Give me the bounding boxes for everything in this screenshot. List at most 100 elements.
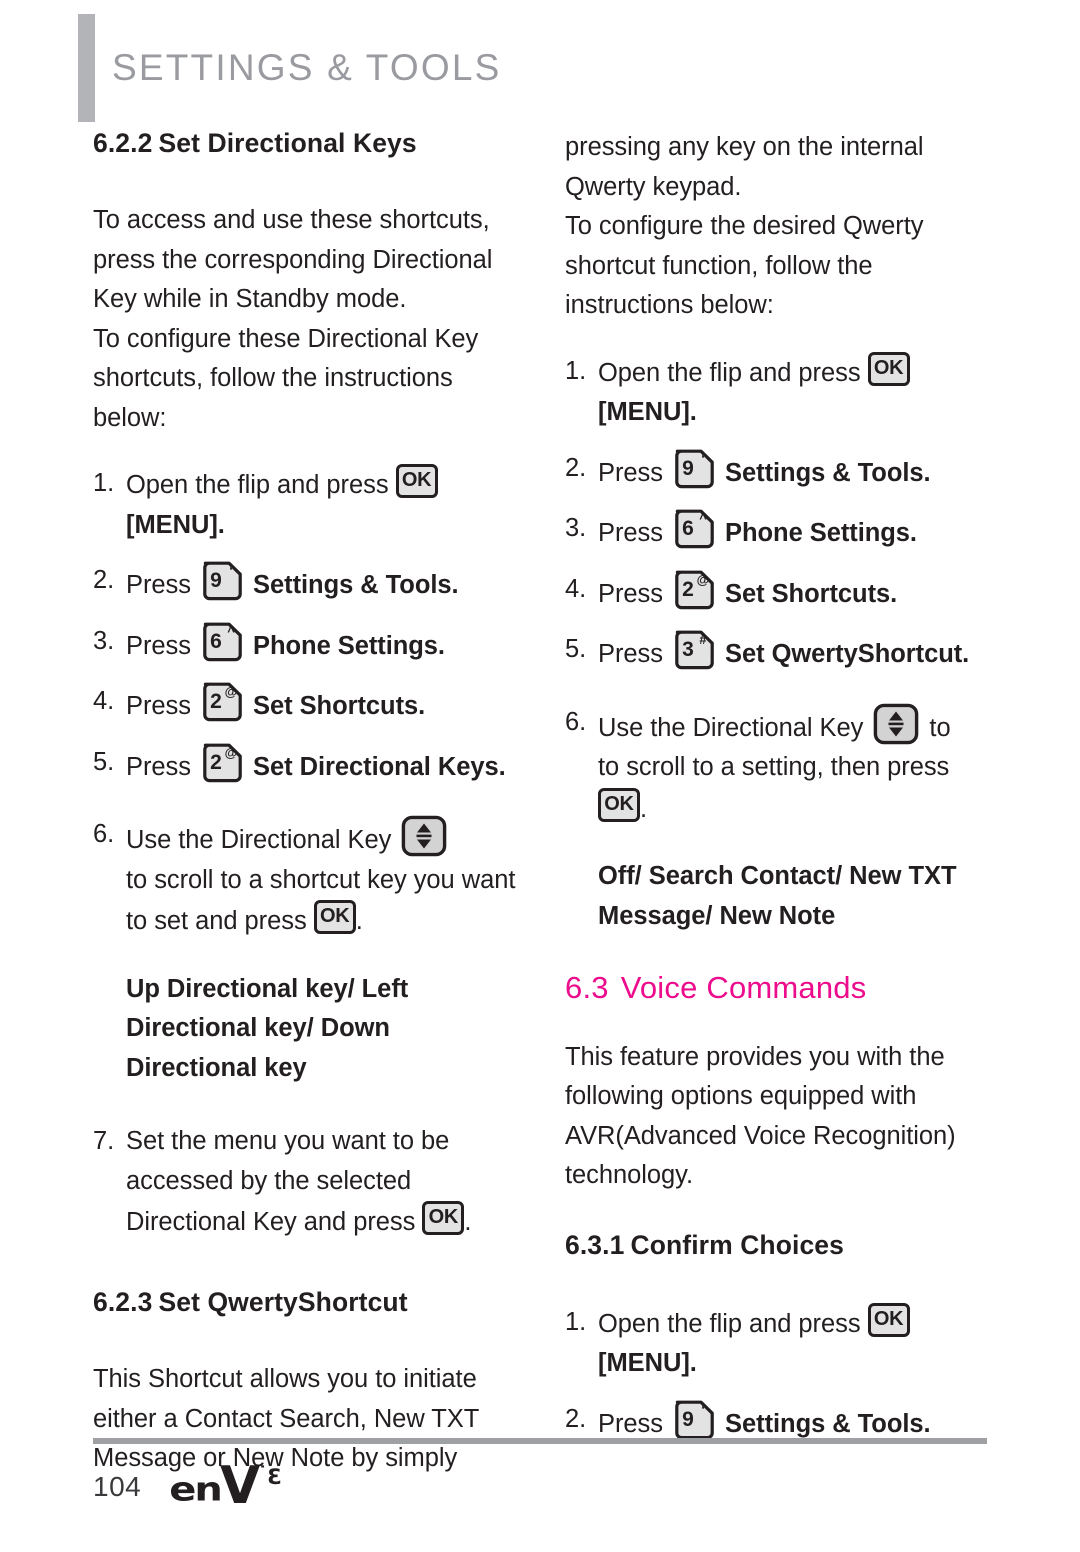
left-step-2-number: 2. [93, 566, 115, 595]
right-step-1: 1. Open the flip and press OK [MENU]. [565, 351, 997, 433]
left-step-3-body: Press 6 ^ Phone Settings. [126, 622, 525, 667]
right-step-1-menu-label: [MENU]. [598, 398, 697, 426]
keypad-6-key-icon[interactable]: 6 ^ [673, 509, 715, 549]
ok-key-label: OK [873, 1307, 904, 1330]
keypad-2-superscript: @ [224, 684, 238, 700]
left-step-4-number: 4. [93, 687, 115, 716]
keypad-6-key-icon[interactable]: 6 ^ [201, 622, 243, 662]
ok-key-label: OK [873, 356, 904, 379]
right-step-6-period: . [640, 794, 648, 823]
page-footer: 104 en V ˙ 3 [93, 1438, 987, 1512]
ok-key-icon[interactable]: OK [867, 1302, 910, 1337]
right-step-1-text: Open the flip and press [598, 358, 861, 387]
section-heading-6-2-2-title: Set Directional Keys [158, 128, 417, 158]
right-voice-paragraph: This feature provides you with the follo… [565, 1042, 956, 1190]
keypad-6-superscript: ^ [227, 623, 235, 639]
page-number: 104 [93, 1470, 142, 1502]
ok-key-label: OK [401, 469, 432, 492]
right-step-4-body: Press 2 @ Set Shortcuts. [598, 570, 997, 615]
keypad-9-superscript: ‘ [701, 1401, 705, 1417]
left-options-bold: Up Directional key/ Left Directional key… [126, 974, 409, 1082]
ok-key-icon[interactable]: OK [867, 351, 910, 386]
left-step-3: 3. Press 6 ^ Phone Settings. [93, 622, 525, 667]
ok-key-label: OK [319, 905, 350, 928]
right-step-5-text: Press [598, 640, 663, 668]
right-step-3-menu-label: Phone Settings. [725, 519, 917, 547]
right-confirm-step-1-text: Open the flip and press [598, 1309, 861, 1338]
left-step-4: 4. Press 2 @ Set Shortcuts. [93, 682, 525, 727]
right-step-5-menu-label: Set QwertyShortcut. [725, 640, 970, 668]
updown-directional-key-icon[interactable] [401, 815, 447, 857]
right-continued-paragraph-1: pressing any key on the internal Qwerty … [565, 133, 924, 201]
left-column: 6.2.2 Set Directional Keys To access and … [93, 128, 525, 1479]
keypad-2-key-icon[interactable]: 2 @ [201, 743, 243, 783]
keypad-2-key-icon[interactable]: 2 @ [201, 682, 243, 722]
env3-logo-superscript-3: 3 [267, 1465, 282, 1489]
right-confirm-step-2-text: Press [598, 1409, 663, 1438]
right-column: pressing any key on the internal Qwerty … [565, 128, 997, 1446]
keypad-9-key-icon[interactable]: 9 ‘ [201, 561, 243, 601]
keypad-6-superscript: ^ [699, 511, 707, 526]
updown-directional-key-icon[interactable] [873, 703, 919, 745]
left-step-2-menu-label: Settings & Tools. [253, 571, 459, 600]
right-step-3-number: 3. [565, 514, 587, 542]
right-confirm-step-2-number: 2. [565, 1404, 587, 1433]
env3-logo: en V ˙ 3 [169, 1460, 282, 1511]
left-step-7-period: . [464, 1208, 472, 1237]
left-step-3-menu-label: Phone Settings. [253, 631, 445, 660]
left-step-5-text: Press [126, 752, 191, 781]
main-heading-6-3-title: Voice Commands [620, 970, 867, 1005]
keypad-9-key-icon[interactable]: 9 ‘ [673, 449, 715, 489]
keypad-9-key-icon[interactable]: 9 ‘ [673, 1400, 715, 1440]
section-heading-6-2-2-number: 6.2.2 [93, 128, 153, 158]
left-step-1: 1. Open the flip and press OK [MENU]. [93, 464, 525, 545]
right-step-6-number: 6. [565, 707, 587, 736]
right-step-2-body: Press 9 ‘ Settings & Tools. [598, 449, 997, 494]
right-step-4-number: 4. [565, 574, 587, 603]
left-step-6-number: 6. [93, 820, 115, 849]
left-step-1-number: 1. [93, 469, 115, 498]
keypad-3-key-icon[interactable]: 3 # [673, 630, 715, 670]
ok-key-icon[interactable]: OK [422, 1201, 465, 1236]
left-intro-paragraph-2: To configure these Directional Key short… [93, 324, 479, 432]
main-heading-6-3: 6.3 Voice Commands [565, 970, 997, 1006]
right-confirm-step-1-menu-label: [MENU]. [598, 1349, 697, 1378]
right-confirm-step-1-number: 1. [565, 1307, 587, 1336]
keypad-2-superscript: @ [224, 744, 238, 760]
left-step-7-body: Set the menu you want to be accessed by … [126, 1122, 525, 1243]
keypad-2-key-icon[interactable]: 2 @ [673, 570, 715, 610]
keypad-3-superscript: # [699, 632, 707, 647]
left-step-1-text: Open the flip and press [126, 471, 389, 500]
right-confirm-step-1: 1. Open the flip and press OK [MENU]. [565, 1302, 997, 1384]
right-step-1-body: Open the flip and press OK [MENU]. [598, 351, 997, 433]
ok-key-label: OK [604, 792, 634, 815]
right-step-5-number: 5. [565, 635, 587, 663]
footer-divider [93, 1438, 987, 1444]
ok-key-icon[interactable]: OK [395, 464, 438, 499]
left-step-3-number: 3. [93, 626, 115, 655]
section-heading-6-2-2: 6.2.2 Set Directional Keys [93, 128, 525, 159]
left-step-4-menu-label: Set Shortcuts. [253, 692, 426, 721]
ok-key-label: OK [428, 1206, 459, 1229]
right-step-3-text: Press [598, 519, 663, 547]
ok-key-icon[interactable]: OK [598, 787, 640, 822]
section-heading-6-3-1-title: Confirm Choices [630, 1229, 844, 1260]
section-heading-6-3-1: 6.3.1 Confirm Choices [565, 1230, 997, 1261]
left-step-1-body: Open the flip and press OK [MENU]. [126, 464, 525, 545]
right-step-3: 3. Press 6 ^ Phone Settings. [565, 509, 997, 554]
ok-key-icon[interactable]: OK [313, 900, 356, 935]
left-intro-paragraph-1: To access and use these shortcuts, press… [93, 206, 493, 314]
left-step-2: 2. Press 9 ‘ Settings & Tools. [93, 561, 525, 606]
left-step-7: 7. Set the menu you want to be accessed … [93, 1122, 525, 1243]
left-step-2-body: Press 9 ‘ Settings & Tools. [126, 561, 525, 606]
right-confirm-step-1-body: Open the flip and press OK [MENU]. [598, 1302, 997, 1384]
right-step-6-body: Use the Directional Key to to scroll to … [598, 703, 997, 830]
section-heading-6-3-1-number: 6.3.1 [565, 1229, 625, 1260]
left-step-7-text: Set the menu you want to be accessed by … [126, 1127, 450, 1237]
right-step-3-body: Press 6 ^ Phone Settings. [598, 509, 997, 554]
right-step-4: 4. Press 2 @ Set Shortcuts. [565, 570, 997, 615]
right-step-2-menu-label: Settings & Tools. [725, 458, 931, 487]
right-step-2-text: Press [598, 458, 663, 487]
left-step-4-body: Press 2 @ Set Shortcuts. [126, 682, 525, 727]
left-step-6-body: Use the Directional Key to scroll to a s… [126, 815, 525, 942]
